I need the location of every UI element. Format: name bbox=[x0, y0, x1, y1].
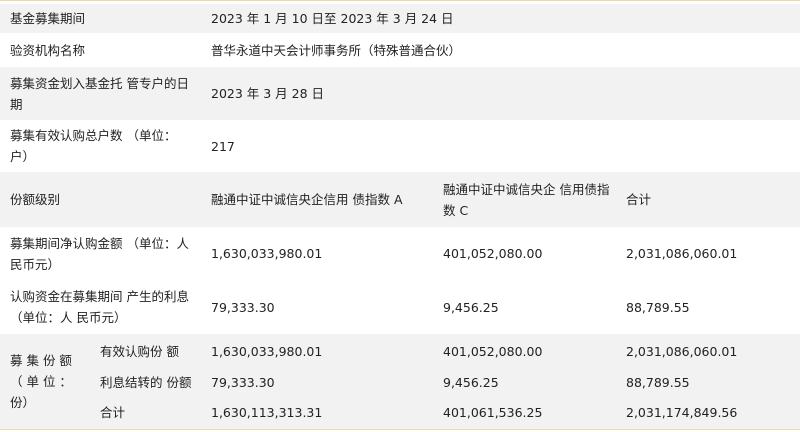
row-label: 募集有效认购总户数 （单位：户） bbox=[10, 128, 177, 164]
value-class-c: 9,456.25 bbox=[443, 299, 499, 315]
value-total: 2,031,174,849.56 bbox=[626, 405, 738, 420]
value-class-a: 1,630,033,980.01 bbox=[211, 246, 323, 261]
value-class-c: 401,061,536.25 bbox=[443, 405, 543, 420]
sub-row-interest-shares: 利息结转的 份额 79,333.30 9,456.25 88,789.55 bbox=[0, 368, 800, 396]
row-raising-period: 基金募集期间 2023 年 1 月 10 日至 2023 年 3 月 24 日 bbox=[0, 4, 800, 33]
row-audit-firm: 验资机构名称 普华永道中天会计师事务所（特殊普通合伙） bbox=[0, 33, 800, 67]
row-label: 基金募集期间 bbox=[10, 11, 86, 26]
value-class-a: 79,333.30 bbox=[211, 374, 275, 390]
row-label: 认购资金在募集期间 产生的利息（单位：人 民币元） bbox=[10, 289, 189, 325]
bottom-border bbox=[0, 429, 800, 430]
column-header-class-c: 融通中证中诚信央企 信用债指数 C bbox=[443, 181, 610, 218]
row-share-class-header: 份额级别 融通中证中诚信央企信用 债指数 A 融通中证中诚信央企 信用债指数 C… bbox=[0, 172, 800, 227]
sub-row-total-shares: 合计 1,630,113,313.31 401,061,536.25 2,031… bbox=[0, 396, 800, 429]
sub-row-valid-shares: 有效认购份 额 1,630,033,980.01 401,052,080.00 … bbox=[0, 334, 800, 368]
row-value: 217 bbox=[211, 138, 235, 154]
value-class-c: 9,456.25 bbox=[443, 374, 499, 390]
column-header-class-a: 融通中证中诚信央企信用 债指数 A bbox=[211, 192, 403, 207]
row-label: 验资机构名称 bbox=[10, 42, 86, 58]
value-total: 88,789.55 bbox=[626, 374, 690, 390]
value-class-a: 1,630,113,313.31 bbox=[211, 405, 323, 420]
value-class-c: 401,052,080.00 bbox=[443, 343, 543, 359]
fund-raising-table: 基金募集期间 2023 年 1 月 10 日至 2023 年 3 月 24 日 … bbox=[0, 0, 800, 432]
value-class-c: 401,052,080.00 bbox=[443, 246, 543, 261]
column-header-total: 合计 bbox=[626, 192, 652, 207]
row-label: 份额级别 bbox=[10, 192, 61, 207]
row-transfer-date: 募集资金划入基金托 管专户的日期 2023 年 3 月 28 日 bbox=[0, 67, 800, 120]
row-net-subscription: 募集期间净认购金额 （单位：人民币元） 1,630,033,980.01 401… bbox=[0, 227, 800, 280]
row-group-raised-shares: 募 集 份 额 （ 单 位 ： 份） 有效认购份 额 1,630,033,980… bbox=[0, 334, 800, 429]
row-value: 2023 年 1 月 10 日至 2023 年 3 月 24 日 bbox=[211, 11, 454, 26]
value-total: 2,031,086,060.01 bbox=[626, 246, 738, 261]
row-label: 募集资金划入基金托 管专户的日期 bbox=[10, 75, 189, 112]
sub-row-label: 合计 bbox=[100, 405, 126, 420]
row-account-count: 募集有效认购总户数 （单位：户） 217 bbox=[0, 120, 800, 172]
value-total: 88,789.55 bbox=[626, 299, 690, 315]
top-border bbox=[0, 0, 800, 1]
row-value: 2023 年 3 月 28 日 bbox=[211, 86, 325, 101]
sub-row-label: 利息结转的 份额 bbox=[100, 374, 192, 390]
row-label: 募集期间净认购金额 （单位：人民币元） bbox=[10, 235, 189, 272]
value-class-a: 1,630,033,980.01 bbox=[211, 343, 323, 359]
row-interest: 认购资金在募集期间 产生的利息（单位：人 民币元） 79,333.30 9,45… bbox=[0, 280, 800, 334]
value-total: 2,031,086,060.01 bbox=[626, 343, 738, 359]
row-value: 普华永道中天会计师事务所（特殊普通合伙） bbox=[211, 42, 462, 58]
sub-row-label: 有效认购份 额 bbox=[100, 343, 179, 359]
value-class-a: 79,333.30 bbox=[211, 299, 275, 315]
